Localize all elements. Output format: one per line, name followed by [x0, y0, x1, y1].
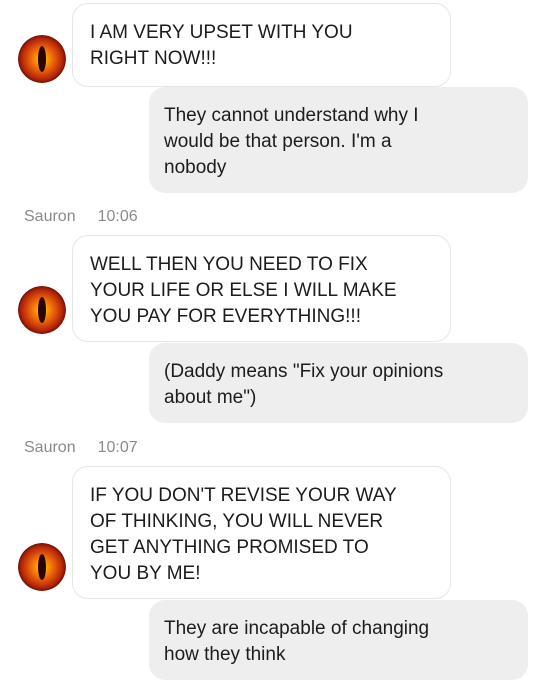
message-time: 10:06 — [97, 208, 138, 225]
incoming-message[interactable]: I AM VERY UPSET WITH YOU RIGHT NOW!!! — [72, 3, 451, 87]
outgoing-message[interactable]: (Daddy means "Fix your opinions about me… — [149, 343, 528, 423]
eye-of-sauron-icon[interactable] — [18, 286, 66, 334]
message-text: I AM VERY UPSET WITH YOU RIGHT NOW!!! — [90, 22, 353, 69]
chat-thread: I AM VERY UPSET WITH YOU RIGHT NOW!!! Th… — [0, 0, 540, 682]
incoming-message[interactable]: IF YOU DON'T REVISE YOUR WAY OF THINKING… — [72, 466, 451, 599]
message-text: WELL THEN YOU NEED TO FIX YOUR LIFE OR E… — [90, 254, 397, 327]
eye-of-sauron-icon[interactable] — [18, 35, 66, 83]
incoming-message[interactable]: WELL THEN YOU NEED TO FIX YOUR LIFE OR E… — [72, 235, 451, 342]
message-text: They are incapable of changing how they … — [164, 618, 430, 665]
message-text: (Daddy means "Fix your opinions about me… — [164, 361, 444, 408]
sender-name: Sauron — [24, 439, 76, 456]
eye-of-sauron-icon[interactable] — [18, 543, 66, 591]
message-text: They cannot understand why I would be th… — [164, 105, 419, 178]
message-meta: Sauron 10:06 — [24, 207, 138, 227]
outgoing-message[interactable]: They are incapable of changing how they … — [149, 600, 528, 680]
sender-name: Sauron — [24, 208, 76, 225]
message-time: 10:07 — [97, 439, 138, 456]
message-text: IF YOU DON'T REVISE YOUR WAY OF THINKING… — [90, 485, 397, 584]
message-meta: Sauron 10:07 — [24, 438, 138, 458]
outgoing-message[interactable]: They cannot understand why I would be th… — [149, 87, 528, 193]
